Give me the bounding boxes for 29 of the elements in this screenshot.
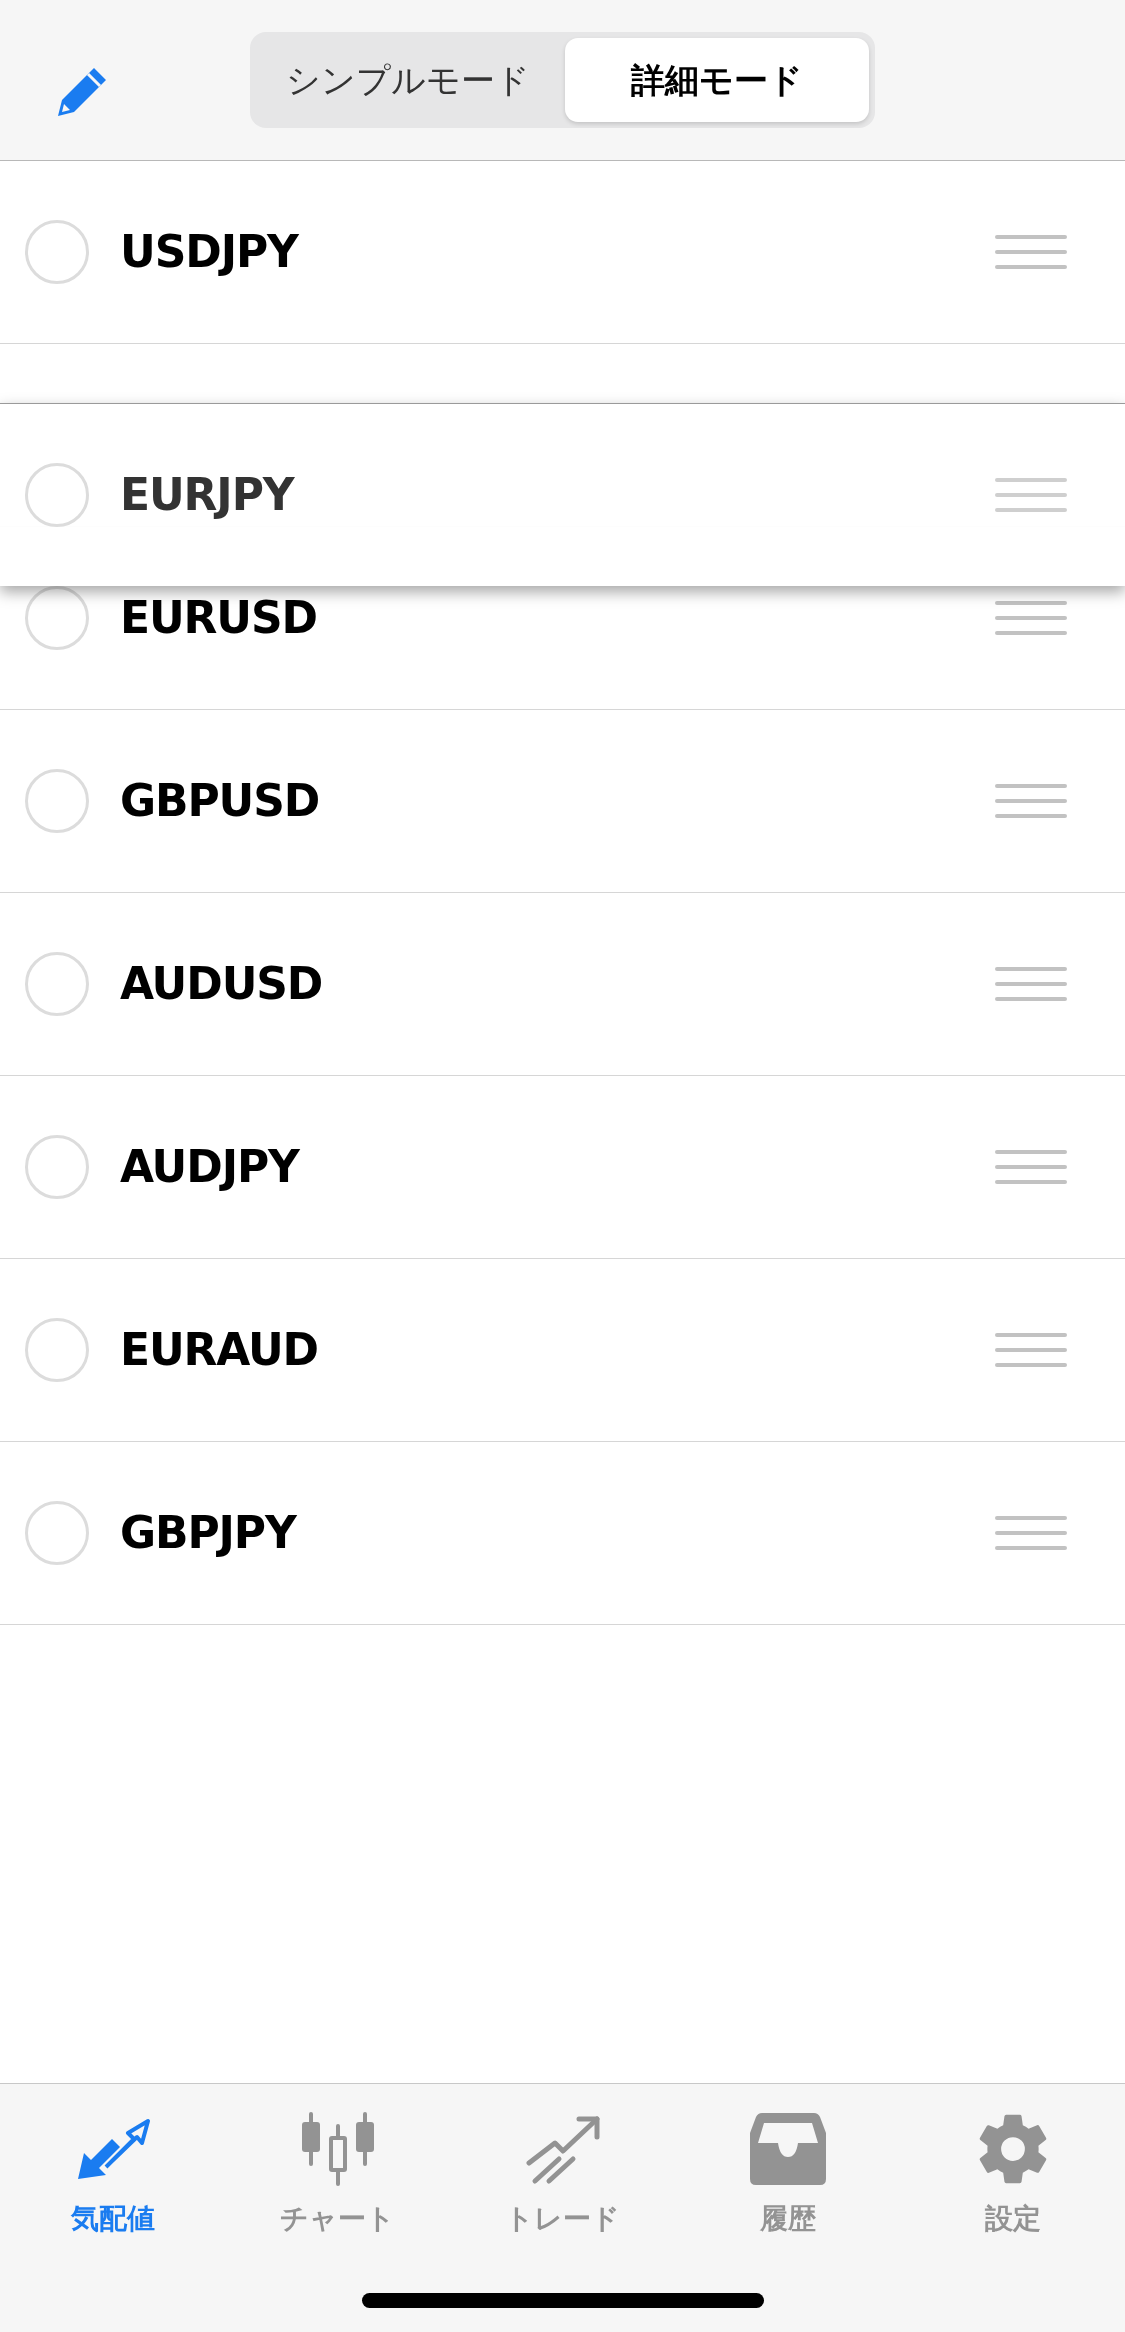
mode-tab[interactable]: シンプルモード	[256, 38, 561, 122]
drag-handle-icon[interactable]	[995, 1332, 1067, 1368]
candlestick-icon	[299, 2112, 376, 2186]
drag-handle-icon[interactable]	[995, 477, 1067, 513]
symbol-name: EURAUD	[120, 1323, 319, 1377]
tab-bar-item[interactable]: チャート	[225, 2110, 450, 2240]
symbol-name: AUDJPY	[120, 1140, 299, 1194]
drag-handle-icon[interactable]	[995, 234, 1067, 270]
drag-handle-icon[interactable]	[995, 783, 1067, 819]
drag-handle-icon[interactable]	[995, 1149, 1067, 1185]
drag-handle-icon[interactable]	[995, 1515, 1067, 1551]
tab-bar-item[interactable]: 設定	[900, 2110, 1125, 2240]
symbol-name: EURUSD	[120, 591, 317, 645]
tab-bar-item[interactable]: トレード	[450, 2110, 675, 2240]
inbox-tray-icon	[749, 2113, 826, 2185]
tab-bar-item[interactable]: 履歴	[675, 2110, 900, 2240]
symbol-name: USDJPY	[120, 225, 298, 279]
drag-handle-icon[interactable]	[995, 966, 1067, 1002]
symbol-name: AUDUSD	[120, 957, 323, 1011]
arrows-icon	[75, 2117, 150, 2181]
trend-arrow-icon	[524, 2113, 601, 2185]
mode-tab[interactable]: 詳細モード	[564, 38, 869, 122]
tab-bar-item[interactable]: 気配値	[0, 2110, 225, 2240]
symbol-name: EURJPY	[120, 468, 294, 522]
symbol-name: GBPUSD	[120, 774, 320, 828]
pencil-icon[interactable]	[56, 66, 108, 118]
drag-handle-icon[interactable]	[995, 600, 1067, 636]
dragged-row[interactable]: EURJPY	[0, 403, 1125, 586]
symbol-name: GBPJPY	[120, 1506, 296, 1560]
